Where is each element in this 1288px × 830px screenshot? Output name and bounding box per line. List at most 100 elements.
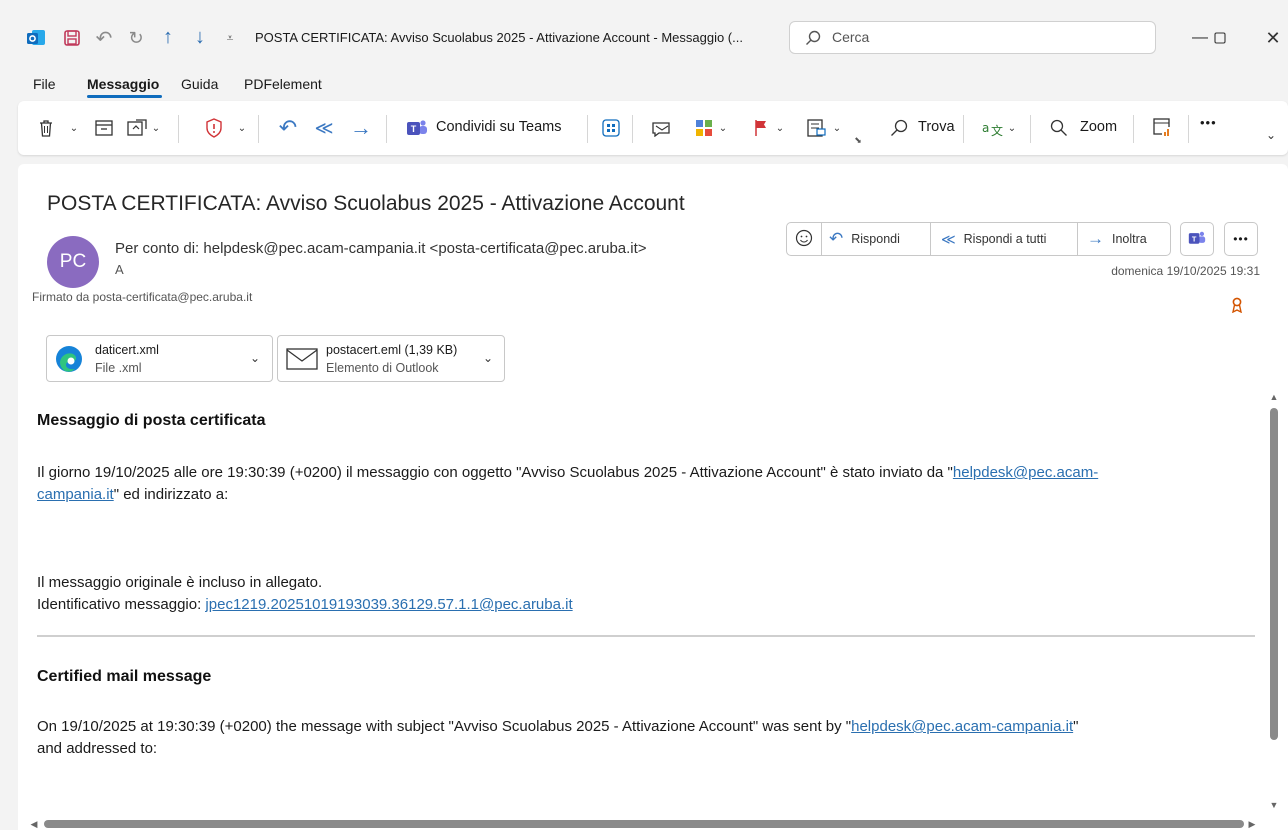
original-included-text: Il messaggio originale è incluso in alle… — [37, 574, 323, 591]
next-item-icon[interactable]: ↓ — [190, 26, 210, 48]
ribbon-separator — [178, 115, 179, 143]
window-title: POSTA CERTIFICATA: Avviso Scuolabus 2025… — [255, 30, 743, 45]
sender[interactable]: Per conto di: helpdesk@pec.acam-campania… — [115, 240, 647, 257]
translate-icon[interactable]: a文 — [982, 118, 1004, 138]
ribbon-separator — [1133, 115, 1134, 143]
sender-link[interactable]: helpdesk@pec.acam- — [953, 464, 1098, 481]
delete-dropdown-icon[interactable]: ⌄ — [68, 118, 80, 138]
response-icon[interactable] — [650, 118, 674, 138]
find-icon[interactable] — [888, 118, 910, 138]
signed-by: Firmato da posta-certificata@pec.aruba.i… — [32, 290, 253, 304]
forward-button[interactable]: → Inoltra — [1087, 223, 1147, 255]
message-action-bar: ↶ Rispondi ≪ Rispondi a tutti → Inoltra — [786, 222, 1171, 256]
report-chart-icon[interactable] — [1152, 118, 1174, 138]
search-placeholder: Cerca — [832, 29, 870, 45]
group-launcher-icon[interactable]: ⬊ — [852, 134, 864, 146]
ribbon-separator — [1030, 115, 1031, 143]
ribbon-separator — [386, 115, 387, 143]
reply-all-button[interactable]: ≪ Rispondi a tutti — [941, 223, 1046, 255]
archive-icon[interactable] — [94, 118, 114, 138]
forward-label: Inoltra — [1112, 232, 1147, 246]
tab-messaggio[interactable]: Messaggio — [87, 76, 159, 92]
search-box[interactable]: Cerca — [789, 21, 1156, 54]
action-separator — [821, 223, 822, 255]
share-teams-label[interactable]: Condividi su Teams — [436, 119, 561, 135]
divider — [37, 635, 1255, 637]
more-actions-button[interactable]: ••• — [1224, 222, 1258, 256]
teams-share-button[interactable]: T — [1180, 222, 1214, 256]
ribbon-separator — [1188, 115, 1189, 143]
attachment-type: Elemento di Outlook — [326, 361, 439, 375]
flag-dropdown-icon[interactable]: ⌄ — [774, 118, 786, 138]
italian-text-end: " ed indirizzato a: — [113, 486, 229, 503]
close-icon[interactable]: ✕ — [1258, 28, 1288, 48]
apps-icon[interactable] — [601, 118, 621, 138]
sender-link-continued[interactable]: campania.it — [37, 486, 114, 503]
redo-icon[interactable]: ↻ — [126, 28, 146, 48]
tab-file[interactable]: File — [33, 76, 56, 92]
english-quote: " — [1073, 718, 1079, 735]
attachment-daticert[interactable]: daticert.xml File .xml ⌄ — [46, 335, 273, 382]
scroll-up-icon[interactable]: ▲ — [1267, 390, 1281, 404]
move-icon[interactable] — [126, 118, 148, 138]
attachment-name: postacert.eml (1,39 KB) — [326, 343, 458, 357]
teams-icon[interactable]: T — [406, 118, 428, 138]
quick-access-dropdown-icon[interactable]: ⩡ — [222, 28, 238, 48]
action-separator — [1077, 223, 1078, 255]
edge-browser-icon — [53, 343, 85, 375]
scroll-left-icon[interactable]: ◀ — [28, 818, 40, 830]
translate-dropdown-icon[interactable]: ⌄ — [1006, 118, 1018, 138]
zoom-icon[interactable] — [1048, 118, 1070, 138]
message-id-label: Identificativo messaggio: — [37, 596, 206, 613]
avatar[interactable]: PC — [47, 236, 99, 288]
action-separator — [930, 223, 931, 255]
svg-text:文: 文 — [991, 123, 1003, 137]
report-shield-icon[interactable] — [204, 118, 224, 138]
categorize-icon[interactable] — [694, 118, 714, 138]
more-options-button[interactable]: ••• — [1200, 115, 1217, 130]
report-dropdown-icon[interactable]: ⌄ — [236, 118, 248, 138]
scroll-right-icon[interactable]: ▶ — [1246, 818, 1258, 830]
ribbon-separator — [963, 115, 964, 143]
flag-icon[interactable] — [751, 118, 771, 138]
find-label[interactable]: Trova — [918, 119, 955, 135]
svg-text:T: T — [1192, 234, 1197, 243]
reply-all-icon: ≪ — [941, 230, 956, 247]
tab-pdfelement[interactable]: PDFelement — [244, 76, 322, 92]
undo-icon[interactable]: ↶ — [94, 28, 114, 50]
rules-dropdown-icon[interactable]: ⌄ — [831, 118, 843, 138]
reply-icon: ↶ — [829, 229, 844, 248]
italian-text: Il giorno 19/10/2025 alle ore 19:30:39 (… — [37, 464, 953, 481]
previous-item-icon[interactable]: ↑ — [158, 26, 178, 48]
reply-all-icon[interactable]: ≪ — [310, 116, 338, 140]
reply-icon[interactable]: ↶ — [276, 115, 300, 140]
forward-icon[interactable]: → — [348, 115, 374, 140]
certificate-ribbon-icon[interactable] — [1230, 296, 1244, 314]
message-id-link[interactable]: jpec1219.20251019193039.36129.57.1.1@pec… — [205, 596, 572, 613]
emoji-button[interactable] — [787, 223, 821, 255]
ribbon-expand-icon[interactable]: ⌄ — [1264, 128, 1278, 142]
ribbon-separator — [632, 115, 633, 143]
attachment-postacert[interactable]: postacert.eml (1,39 KB) Elemento di Outl… — [277, 335, 505, 382]
vertical-scrollbar-thumb[interactable] — [1270, 408, 1278, 740]
vertical-scrollbar[interactable]: ▲ ▼ — [1267, 390, 1281, 816]
chevron-down-icon[interactable]: ⌄ — [247, 350, 263, 366]
categorize-dropdown-icon[interactable]: ⌄ — [717, 118, 729, 138]
chevron-down-icon[interactable]: ⌄ — [480, 350, 496, 366]
english-text-end: and addressed to: — [37, 740, 158, 757]
reply-button[interactable]: ↶ Rispondi — [829, 223, 900, 255]
zoom-label[interactable]: Zoom — [1080, 119, 1117, 135]
reply-label: Rispondi — [851, 232, 900, 246]
teams-icon: T — [1188, 230, 1206, 249]
save-icon[interactable] — [62, 28, 82, 48]
sender-link[interactable]: helpdesk@pec.acam-campania.it — [851, 718, 1073, 735]
tab-guida[interactable]: Guida — [181, 76, 218, 92]
delete-icon[interactable] — [36, 118, 56, 138]
horizontal-scrollbar-thumb[interactable] — [44, 820, 1244, 828]
horizontal-scrollbar[interactable]: ◀ ▶ — [28, 818, 1258, 830]
scroll-down-icon[interactable]: ▼ — [1267, 798, 1281, 812]
move-dropdown-icon[interactable]: ⌄ — [150, 118, 162, 138]
rules-icon[interactable] — [806, 118, 828, 138]
ribbon-separator — [258, 115, 259, 143]
maximize-icon[interactable] — [1205, 28, 1235, 48]
